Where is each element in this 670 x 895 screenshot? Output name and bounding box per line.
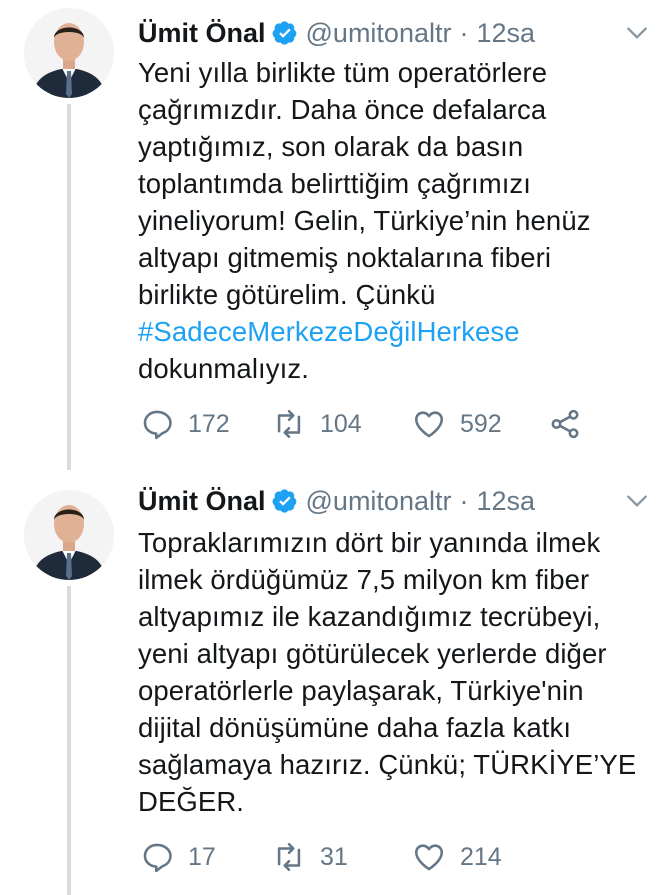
like-count: 214 (460, 842, 502, 871)
thread-connector (67, 104, 71, 470)
tweet-actions: 172 104 592 (140, 407, 582, 441)
tweet-header: Ümit Önal @umitonaltr · 12sa (138, 484, 650, 518)
tweet-thread: Ümit Önal @umitonaltr · 12sa Yeni yılla … (0, 0, 670, 895)
like-button[interactable]: 214 (412, 840, 548, 874)
author-handle[interactable]: @umitonaltr (306, 484, 452, 518)
retweet-button[interactable]: 104 (272, 407, 412, 441)
tweet-text: Yeni yılla birlikte tüm operatörlere çağ… (138, 54, 644, 387)
retweet-icon (277, 842, 301, 872)
retweet-button[interactable]: 31 (272, 840, 412, 874)
tweet-text-body: Yeni yılla birlikte tüm operatörlere çağ… (138, 57, 591, 310)
retweet-count: 31 (320, 842, 348, 871)
author-handle[interactable]: @umitonaltr (306, 16, 452, 50)
tweet[interactable]: Ümit Önal @umitonaltr · 12sa Yeni yılla … (0, 0, 670, 470)
tweet-text: Topraklarımızın dört bir yanında ilmek i… (138, 527, 637, 817)
separator: · (459, 18, 469, 48)
reply-count: 172 (188, 409, 230, 438)
share-button[interactable] (548, 407, 582, 441)
reply-count: 17 (188, 842, 216, 871)
heart-icon (414, 844, 444, 871)
reply-icon (143, 410, 172, 440)
heart-icon (414, 411, 444, 438)
reply-icon (143, 843, 172, 873)
share-icon (551, 409, 579, 439)
tweet-text-tail: dokunmalıyız. (138, 353, 309, 384)
avatar-portrait (24, 490, 114, 580)
hashtag-link[interactable]: #SadeceMerkezeDeğilHerkese (138, 316, 520, 347)
verified-badge-icon (272, 21, 296, 45)
like-count: 592 (460, 409, 502, 438)
thread-connector (67, 586, 71, 895)
author-name[interactable]: Ümit Önal (138, 484, 266, 518)
verified-badge-icon (272, 489, 296, 513)
timestamp[interactable]: 12sa (476, 484, 535, 518)
retweet-count: 104 (320, 409, 362, 438)
chevron-down-icon[interactable] (624, 488, 650, 514)
retweet-icon (277, 409, 301, 439)
tweet-actions: 17 31 214 (140, 840, 548, 874)
reply-button[interactable]: 17 (140, 840, 272, 874)
tweet-header: Ümit Önal @umitonaltr · 12sa (138, 16, 650, 50)
avatar-portrait (24, 8, 114, 98)
separator: · (459, 486, 469, 516)
timestamp[interactable]: 12sa (476, 16, 535, 50)
author-name[interactable]: Ümit Önal (138, 16, 266, 50)
like-button[interactable]: 592 (412, 407, 548, 441)
avatar[interactable] (24, 8, 114, 98)
tweet[interactable]: Ümit Önal @umitonaltr · 12sa Topraklarım… (0, 470, 670, 895)
avatar[interactable] (24, 490, 114, 580)
reply-button[interactable]: 172 (140, 407, 272, 441)
chevron-down-icon[interactable] (624, 20, 650, 46)
